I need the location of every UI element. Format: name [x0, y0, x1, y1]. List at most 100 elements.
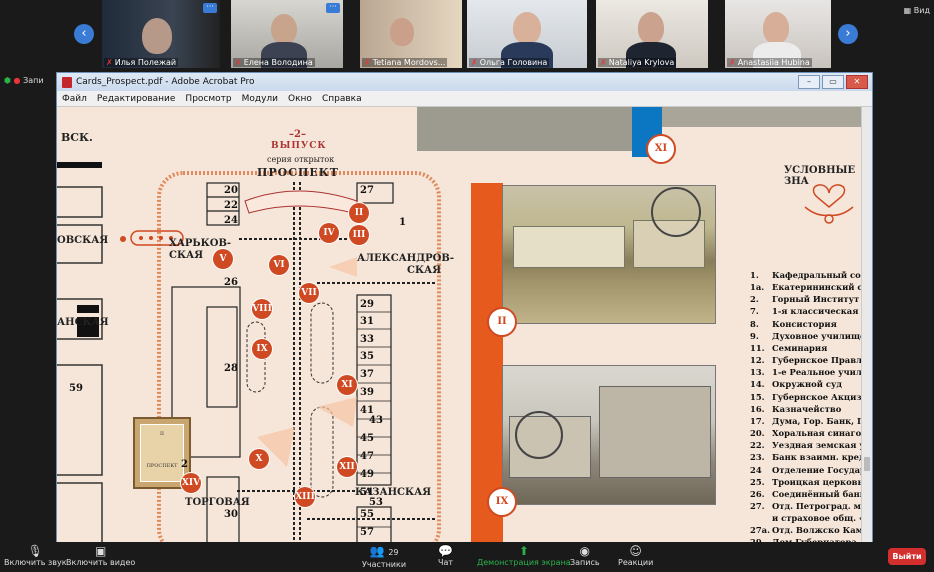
grid-icon: ▦ [903, 6, 912, 15]
building-number: 53 [369, 497, 383, 508]
building-number: 2 [181, 459, 188, 470]
share-screen-icon: ⬆ [518, 544, 529, 558]
record-button[interactable]: ◉ Запись [570, 544, 600, 567]
marker-iii[interactable]: III [349, 225, 369, 245]
vertical-scrollbar[interactable] [861, 107, 872, 543]
participant-tile[interactable]: ··· ✗ Елена Володина [231, 0, 343, 68]
chevron-right-icon[interactable]: › [838, 24, 858, 44]
legend-value: Кафедральный собор [772, 270, 862, 280]
marker-ix[interactable]: IX [252, 339, 272, 359]
series-name: ПРОСПЕКТ [257, 166, 339, 179]
postmark-stamp [651, 187, 701, 237]
street-fragment-top: ВСК. [61, 131, 93, 144]
mic-muted-icon: ✗ [729, 58, 736, 67]
legend-item: 22. Уездная земская упра [750, 439, 862, 451]
share-screen-button[interactable]: ⬆ Демонстрация экрана [477, 544, 571, 567]
marker-viii[interactable]: VIII [252, 299, 272, 319]
leave-button[interactable]: Выйти [888, 548, 926, 565]
menu-file[interactable]: Файл [57, 94, 92, 104]
marker-vi[interactable]: VI [269, 255, 289, 275]
reactions-icon: ☺ [629, 544, 642, 558]
video-gallery: ‹ › ··· ✗ Илья Полежай ··· ✗ Елена Володин… [0, 0, 934, 70]
series-label: серия открыток [267, 155, 335, 164]
legend-value: Губернское Правлени [772, 355, 862, 366]
participant-tile[interactable]: ✗ Tetiana Mordovs... [360, 0, 462, 68]
building-number: 1 [399, 217, 406, 228]
marker-v[interactable]: V [213, 249, 233, 269]
participant-tile[interactable]: ✗ Anastasiia Hubina [725, 0, 831, 68]
more-options-icon[interactable]: ··· [326, 3, 340, 13]
acrobat-window: Cards_Prospect.pdf - Adobe Acrobat Pro –… [56, 72, 873, 544]
start-video-button[interactable]: ▣ Включить видео [66, 544, 135, 567]
menu-view[interactable]: Просмотр [180, 94, 236, 104]
legend-key: 25. [750, 476, 765, 487]
participant-tile[interactable]: ··· ✗ Илья Полежай [102, 0, 220, 68]
unmute-button[interactable]: 🎙 Включить звук [4, 544, 67, 567]
reactions-button[interactable]: ☺ Реакции [618, 544, 653, 567]
building-number: 35 [360, 351, 374, 362]
marker-iv[interactable]: IV [319, 223, 339, 243]
menu-plugins[interactable]: Модули [237, 94, 283, 104]
building-number: 57 [360, 527, 374, 538]
participant-tile[interactable]: ✗ Ольга Головина [467, 0, 587, 68]
building-number: 59 [69, 383, 83, 394]
street-kharkov: ХАРЬКОВ- [169, 238, 232, 249]
badge-roman: II [160, 431, 164, 437]
pdf-page[interactable]: II ПРОСПЕКТ ВСК. –2– ВЫПУСК серия открыт… [57, 107, 862, 543]
scroll-thumb[interactable] [864, 457, 870, 471]
legend-item: 25. Троицкая церковь [750, 476, 862, 488]
shield-icon: ⬢ [4, 76, 11, 85]
participant-name: Ольга Головина [479, 58, 548, 67]
building-number: 43 [369, 415, 383, 426]
legend-item: 24 Отделение Государст [750, 464, 862, 476]
marker-xiii[interactable]: XIII [295, 487, 315, 507]
marker-x[interactable]: X [249, 449, 269, 469]
legend-item: 17. Дума, Гор. Банк, Поли [750, 415, 862, 427]
view-button[interactable]: ▦ Вид [904, 6, 930, 15]
marker-xii[interactable]: XII [337, 457, 357, 477]
postmark-stamp [515, 411, 563, 459]
street-left-1: ОВСКАЯ [57, 235, 109, 246]
legend-value: Екатерининский скве [772, 282, 862, 293]
legend-item: 8. Консистория [750, 318, 862, 330]
minimize-button[interactable]: – [798, 75, 820, 89]
window-titlebar[interactable]: Cards_Prospect.pdf - Adobe Acrobat Pro –… [57, 73, 872, 91]
legend-value: Губернское Акцизное [772, 391, 862, 402]
issue-word: ВЫПУСК [271, 141, 327, 151]
legend-item: 20. Хоральная синагога [750, 427, 862, 439]
legend-key: 20. [750, 428, 765, 439]
chat-button[interactable]: 💬 Чат [438, 544, 453, 567]
participants-button[interactable]: 👥 29 Участники [362, 544, 406, 569]
participants-icon: 👥 [369, 544, 385, 558]
menu-edit[interactable]: Редактирование [92, 94, 181, 104]
street-kharkov-2: СКАЯ [169, 250, 204, 261]
close-button[interactable]: ✕ [846, 75, 868, 89]
building-number: 45 [360, 433, 374, 444]
participants-count: 29 [388, 548, 399, 557]
legend-key: 2. [750, 294, 759, 305]
legend-key [750, 512, 772, 524]
participant-tile[interactable]: ✗ Nataliya Krylova [596, 0, 708, 68]
legend-value: Отд. Петроград. межд [772, 500, 862, 511]
legend-key: 7. [750, 306, 759, 317]
building-number: 22 [224, 200, 238, 211]
marker-ii[interactable]: II [349, 203, 369, 223]
chat-icon: 💬 [438, 544, 453, 558]
menu-help[interactable]: Справка [317, 94, 367, 104]
legend-value: Духовное училище [772, 330, 862, 341]
marker-xiv[interactable]: XIV [181, 473, 201, 493]
record-icon: ◉ [579, 544, 591, 558]
video-off-icon: ▣ [94, 544, 107, 558]
chevron-left-icon[interactable]: ‹ [74, 24, 94, 44]
marker-xi[interactable]: XI [337, 375, 357, 395]
marker-vii[interactable]: VII [299, 283, 319, 303]
legend-key: 22. [750, 440, 765, 451]
building-number: 49 [360, 469, 374, 480]
maximize-button[interactable]: ▭ [822, 75, 844, 89]
participant-name: Tetiana Mordovs... [372, 58, 446, 67]
legend-key: 16. [750, 403, 765, 414]
menu-window[interactable]: Окно [283, 94, 317, 104]
more-options-icon[interactable]: ··· [203, 3, 217, 13]
participant-name: Anastasiia Hubina [737, 58, 810, 67]
legend-key: 1. [750, 270, 759, 280]
